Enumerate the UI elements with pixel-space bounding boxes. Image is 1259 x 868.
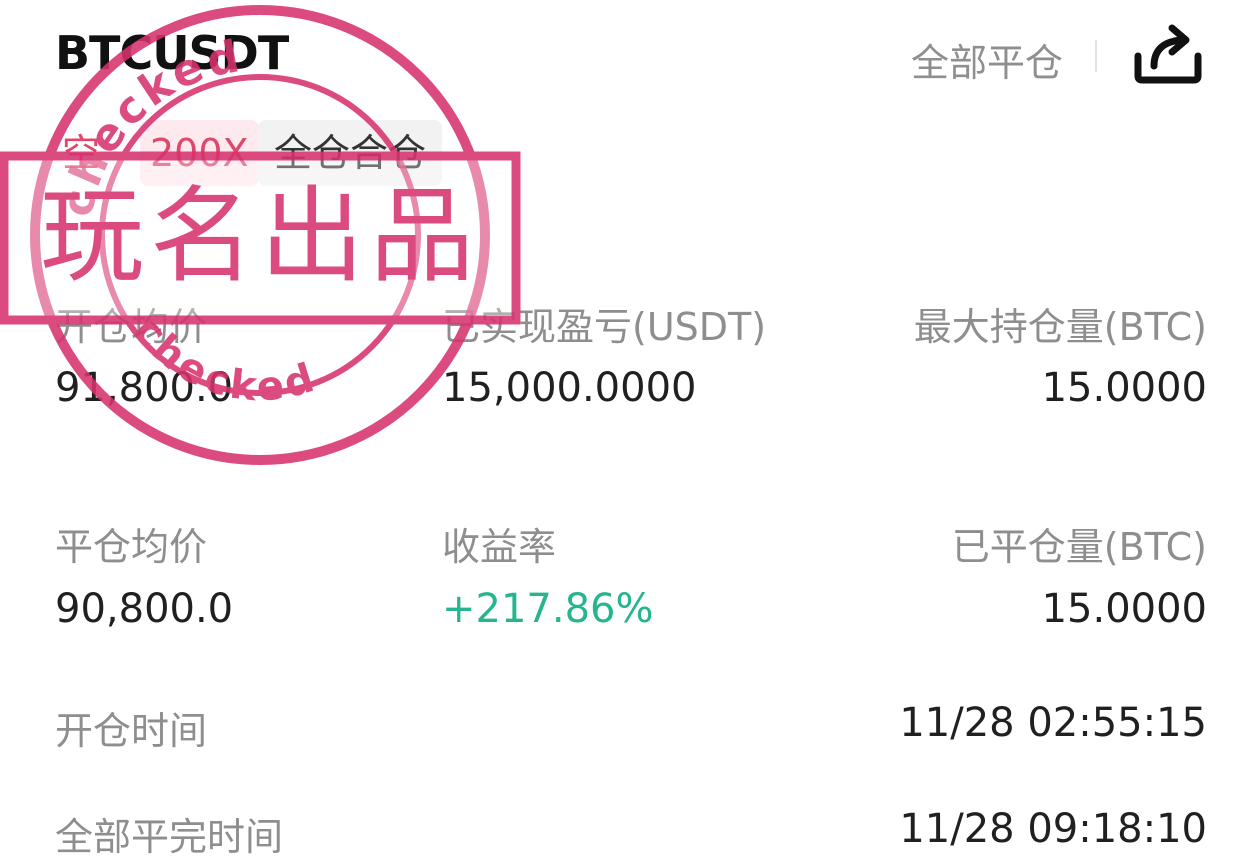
share-button[interactable] [1132,18,1204,86]
open-time-label: 开仓时间 [55,709,208,753]
open-avg-price-value: 91,800.0 [55,365,234,411]
max-position-value: 15.0000 [1041,365,1207,411]
roi-value: +217.86% [442,586,654,632]
close-time-label: 全部平完时间 [55,815,284,859]
roi-label: 收益率 [442,525,557,569]
side-tag: 空 [62,131,101,175]
closed-volume-label: 已平仓量(BTC) [951,525,1207,569]
margin-mode-tag: 全仓合仓 [258,120,443,186]
leverage-tag: 200X [140,120,259,186]
open-avg-price-label: 开仓均价 [55,305,208,349]
close-time-value: 11/28 09:18:10 [899,806,1207,852]
close-all-button[interactable]: 全部平仓 [911,32,1063,87]
symbol-title: BTCUSDT [55,26,289,80]
stamp-main-text: 玩名出品 [40,175,480,297]
max-position-label: 最大持仓量(BTC) [913,305,1207,349]
close-avg-price-value: 90,800.0 [55,586,234,632]
share-icon [1134,24,1202,84]
header-divider [1095,40,1097,72]
realized-pnl-value: 15,000.0000 [442,365,697,411]
open-time-value: 11/28 02:55:15 [899,700,1207,746]
realized-pnl-label: 已实现盈亏(USDT) [442,305,767,349]
close-avg-price-label: 平仓均价 [55,525,208,569]
closed-volume-value: 15.0000 [1041,586,1207,632]
